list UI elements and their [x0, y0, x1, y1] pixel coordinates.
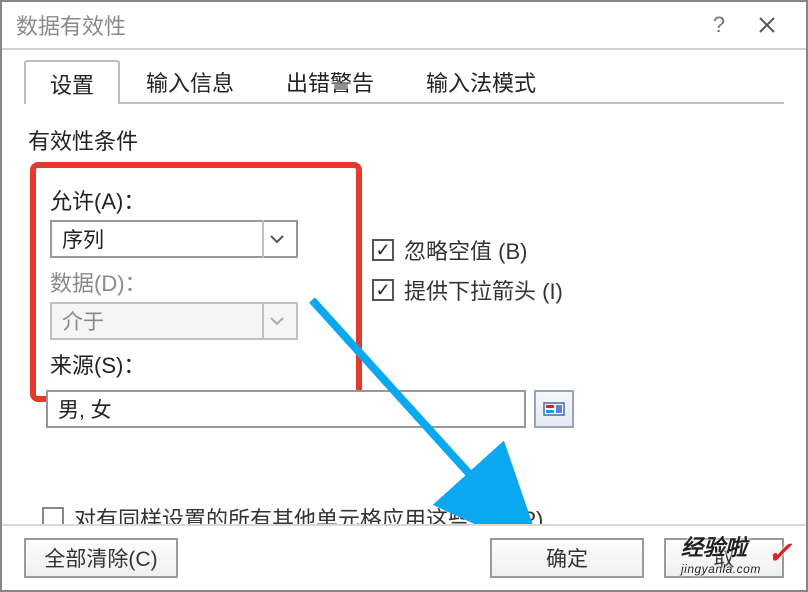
close-icon [757, 15, 777, 35]
tab-error-alert[interactable]: 出错警告 [260, 58, 400, 102]
range-picker-button[interactable] [534, 390, 574, 428]
dropdown-arrow-label: 提供下拉箭头 (I) [404, 274, 563, 306]
in-cell-dropdown-checkbox[interactable]: ✓ 提供下拉箭头 (I) [372, 274, 563, 306]
content-area: 设置 输入信息 出错警告 输入法模式 有效性条件 允许(A)： 序列 数据(D)… [2, 50, 806, 590]
range-picker-icon [543, 400, 565, 418]
clear-all-button[interactable]: 全部清除(C) [24, 538, 178, 578]
checkbox-checked-icon: ✓ [372, 279, 394, 301]
close-button[interactable] [742, 1, 792, 49]
tab-strip: 设置 输入信息 出错警告 输入法模式 [24, 62, 784, 104]
checkbox-checked-icon: ✓ [372, 239, 394, 261]
watermark-url: jingyanla.com [681, 562, 761, 576]
tab-ime-mode[interactable]: 输入法模式 [400, 58, 562, 102]
window-title: 数据有效性 [16, 9, 696, 41]
chevron-down-icon [262, 220, 290, 258]
source-row: 男, 女 [46, 390, 580, 428]
ok-button[interactable]: 确定 [490, 538, 644, 578]
source-input-value: 男, 女 [58, 394, 112, 424]
titlebar: 数据有效性 ? [2, 2, 806, 50]
ignore-blank-checkbox[interactable]: ✓ 忽略空值 (B) [372, 234, 563, 266]
tab-input-message[interactable]: 输入信息 [120, 58, 260, 102]
allow-combo-value: 序列 [62, 224, 104, 254]
chevron-down-icon [262, 302, 290, 340]
watermark-brand: 经验啦 [681, 535, 747, 560]
watermark: 经验啦 jingyanla.com ✓ [681, 530, 792, 576]
allow-label: 允许(A)： [50, 184, 342, 216]
dialog-window: 数据有效性 ? 设置 输入信息 出错警告 输入法模式 有效性条件 允许(A)： … [0, 0, 808, 592]
help-button[interactable]: ? [696, 1, 742, 49]
clear-all-label: 全部清除(C) [44, 543, 157, 573]
help-icon: ? [713, 12, 725, 38]
ignore-blank-label: 忽略空值 (B) [404, 234, 527, 266]
tab-settings[interactable]: 设置 [24, 60, 120, 104]
source-input[interactable]: 男, 女 [46, 390, 526, 428]
criteria-legend: 有效性条件 [28, 124, 784, 156]
allow-combo[interactable]: 序列 [50, 220, 298, 258]
checkmark-icon: ✓ [767, 536, 792, 571]
data-combo-value: 介于 [62, 306, 104, 336]
ok-label: 确定 [546, 543, 588, 573]
data-combo: 介于 [50, 302, 298, 340]
right-checkbox-group: ✓ 忽略空值 (B) ✓ 提供下拉箭头 (I) [372, 234, 563, 306]
source-label: 来源(S)： [50, 348, 342, 380]
data-label: 数据(D)： [50, 266, 342, 298]
criteria-highlight-box: 允许(A)： 序列 数据(D)： 介于 来源(S)： [30, 162, 362, 402]
